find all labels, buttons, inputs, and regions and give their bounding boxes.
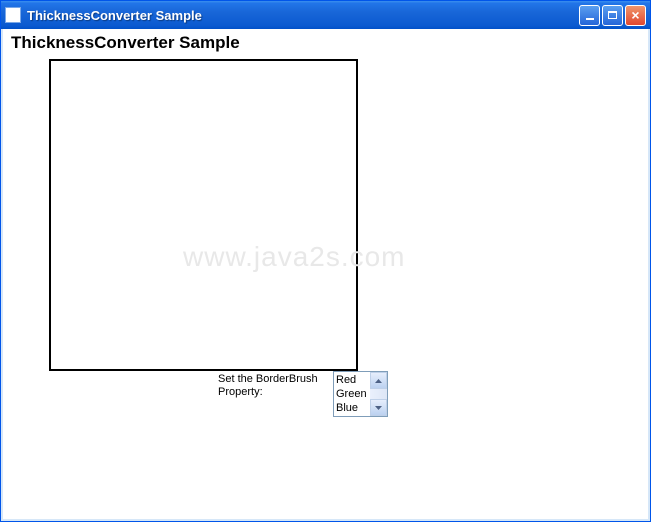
close-button[interactable]: × <box>625 5 646 26</box>
list-item[interactable]: Green <box>335 387 369 401</box>
borderbrush-listbox[interactable]: Red Green Blue <box>333 371 388 417</box>
property-label: Set the BorderBrush Property: <box>218 371 323 399</box>
maximize-button[interactable] <box>602 5 623 26</box>
scroll-up-button[interactable] <box>370 372 387 389</box>
scroll-track[interactable] <box>370 389 387 399</box>
listbox-items: Red Green Blue <box>334 372 370 416</box>
window-controls: × <box>579 5 646 26</box>
list-item[interactable]: Red <box>335 373 369 387</box>
titlebar[interactable]: ThicknessConverter Sample × <box>1 1 650 29</box>
app-icon <box>5 7 21 23</box>
close-icon: × <box>631 8 639 22</box>
page-title: ThicknessConverter Sample <box>11 33 640 53</box>
sample-border-box <box>49 59 358 371</box>
chevron-down-icon <box>375 406 382 410</box>
window-title: ThicknessConverter Sample <box>27 8 579 23</box>
application-window: ThicknessConverter Sample × www.java2s.c… <box>0 0 651 522</box>
minimize-icon <box>586 18 594 20</box>
client-area: www.java2s.com ThicknessConverter Sample… <box>1 29 650 521</box>
scroll-down-button[interactable] <box>370 399 387 416</box>
listbox-scrollbar <box>370 372 387 416</box>
chevron-up-icon <box>375 379 382 383</box>
list-item[interactable]: Blue <box>335 401 369 415</box>
minimize-button[interactable] <box>579 5 600 26</box>
controls-row: Set the BorderBrush Property: Red Green … <box>218 371 640 417</box>
maximize-icon <box>608 11 617 19</box>
